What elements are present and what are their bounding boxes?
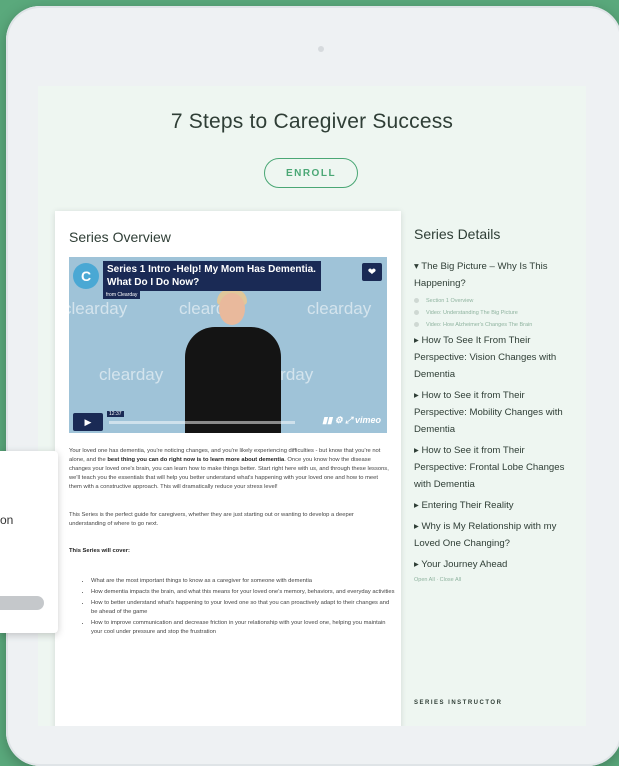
- video-source[interactable]: from Clearday: [103, 291, 141, 299]
- watermark-text: clearday: [307, 299, 372, 318]
- video-progress-bar[interactable]: [109, 421, 295, 424]
- presenter-head: [219, 293, 245, 325]
- module-item[interactable]: ▸ How to See it from Their Perspective: …: [414, 442, 578, 493]
- play-icon[interactable]: ▶: [73, 413, 103, 431]
- gear-icon[interactable]: ⚙: [335, 415, 343, 425]
- video-time: 12:37: [107, 411, 124, 417]
- video-controls: ▶ 12:37 ▮▮ ⚙ ⤢ vimeo: [69, 411, 387, 433]
- lesson-item[interactable]: Video: Understanding The Big Picture: [414, 308, 578, 318]
- fullscreen-icon[interactable]: ⤢: [345, 415, 352, 425]
- popup-text: on: [0, 513, 14, 527]
- list-item: How to improve communication and decreas…: [91, 619, 395, 637]
- overview-bold-text: best thing you can do right now is to le…: [107, 457, 285, 463]
- cover-list: What are the most important things to kn…: [79, 577, 395, 639]
- popup-progress-bar: [0, 596, 44, 610]
- camera-dot: [318, 46, 324, 52]
- watermark-text: clearday: [69, 299, 128, 318]
- module-item[interactable]: ▸ Why is My Relationship with my Loved O…: [414, 518, 578, 552]
- volume-icon[interactable]: ▮▮: [322, 415, 332, 425]
- lesson-item[interactable]: Video: How Alzheimer's Changes The Brain: [414, 320, 578, 330]
- module-item[interactable]: ▸ How to See it from Their Perspective: …: [414, 387, 578, 438]
- lesson-item[interactable]: Section 1 Overview: [414, 296, 578, 306]
- course-page: 7 Steps to Caregiver Success ENROLL Seri…: [38, 86, 586, 726]
- cover-heading: This Series will cover:: [69, 548, 130, 554]
- module-item[interactable]: ▸ Your Journey Ahead: [414, 556, 578, 573]
- overview-paragraph-2: This Series is the perfect guide for car…: [69, 512, 354, 527]
- video-title[interactable]: Series 1 Intro -Help! My Mom Has Dementi…: [103, 261, 321, 291]
- channel-logo[interactable]: C: [73, 263, 99, 289]
- vimeo-logo[interactable]: vimeo: [355, 415, 381, 425]
- list-item: How dementia impacts the brain, and what…: [91, 588, 395, 597]
- enroll-button[interactable]: ENROLL: [264, 158, 358, 188]
- series-details-list: ▾ The Big Picture – Why Is This Happenin…: [414, 258, 578, 583]
- module-item[interactable]: ▾ The Big Picture – Why Is This Happenin…: [414, 258, 578, 292]
- heart-icon[interactable]: ❤: [362, 263, 382, 281]
- series-overview-heading: Series Overview: [69, 229, 171, 245]
- module-item[interactable]: ▸ How To See It From Their Perspective: …: [414, 332, 578, 383]
- video-settings-icons[interactable]: ▮▮ ⚙ ⤢ vimeo: [322, 415, 381, 426]
- list-item: What are the most important things to kn…: [91, 577, 395, 586]
- overview-paragraph: Your loved one has dementia, you're noti…: [69, 447, 389, 492]
- module-item[interactable]: ▸ Entering Their Reality: [414, 497, 578, 514]
- series-instructor-heading: SERIES INSTRUCTOR: [414, 700, 503, 706]
- open-close-all-link[interactable]: Open All · Close All: [414, 577, 578, 583]
- popup-card: on: [0, 451, 58, 633]
- page-title: 7 Steps to Caregiver Success: [170, 110, 454, 133]
- series-overview-card: Series Overview clearday clearday cleard…: [55, 211, 401, 726]
- series-details-heading: Series Details: [414, 226, 501, 242]
- watermark-text: clearday: [99, 365, 164, 384]
- list-item: How to better understand what's happenin…: [91, 599, 395, 617]
- video-player[interactable]: clearday clearday clearday clearday clea…: [69, 257, 387, 433]
